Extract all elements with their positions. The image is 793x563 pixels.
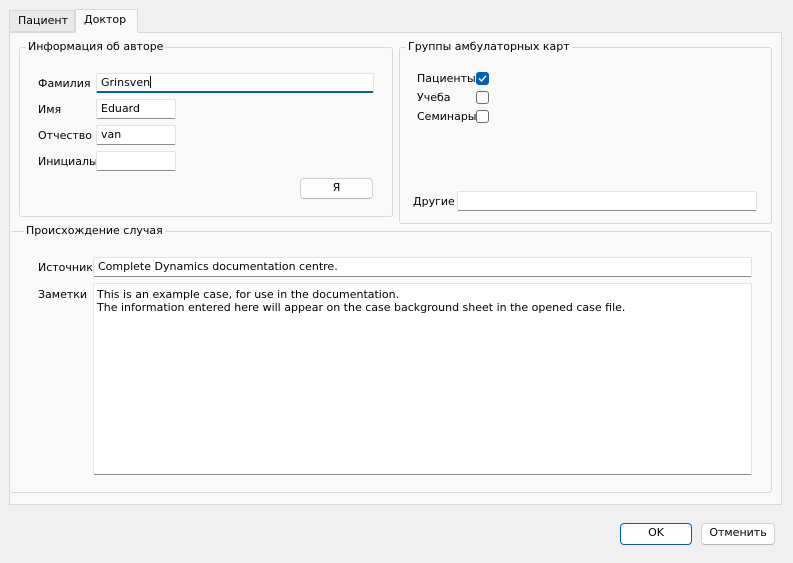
card-groups-title: Группы амбулаторных карт [406, 40, 572, 54]
cancel-button[interactable]: Отменить [701, 523, 775, 545]
author-info-title: Информация об авторе [26, 40, 166, 54]
text-caret [150, 76, 152, 88]
other-label: Другие [413, 195, 455, 208]
name-input[interactable]: Eduard [96, 99, 176, 119]
source-input[interactable]: Complete Dynamics documentation centre. [93, 257, 752, 277]
ok-button[interactable]: OK [620, 523, 692, 545]
checkmark-icon [478, 75, 487, 83]
tab-panel: Информация об авторе Фамилия Grinsven Им… [9, 32, 782, 505]
seminars-checkbox[interactable] [476, 110, 489, 123]
patronymic-input[interactable]: van [96, 125, 176, 145]
checkbox-label-seminars: Семинары [417, 110, 477, 123]
name-label: Имя [38, 103, 62, 116]
checkbox-label-patients: Пациенты [417, 72, 476, 85]
initials-label: Инициалы [38, 155, 98, 168]
checkbox-label-study: Учеба [417, 91, 451, 104]
patients-checkbox[interactable] [476, 72, 489, 85]
tab-patient[interactable]: Пациент [9, 10, 75, 32]
other-input[interactable] [457, 191, 757, 211]
me-button[interactable]: Я [300, 178, 373, 199]
notes-label: Заметки [38, 288, 88, 301]
surname-value: Grinsven [101, 76, 151, 89]
tab-doctor[interactable]: Доктор [75, 9, 138, 33]
surname-label: Фамилия [38, 77, 91, 90]
notes-textarea[interactable]: This is an example case, for use in the … [93, 283, 752, 475]
study-checkbox[interactable] [476, 91, 489, 104]
surname-input[interactable]: Grinsven [96, 73, 374, 93]
patronymic-label: Отчество [38, 129, 93, 142]
initials-input[interactable] [96, 151, 176, 171]
case-origin-title: Происхождение случая [24, 224, 165, 238]
source-label: Источник [38, 261, 93, 274]
